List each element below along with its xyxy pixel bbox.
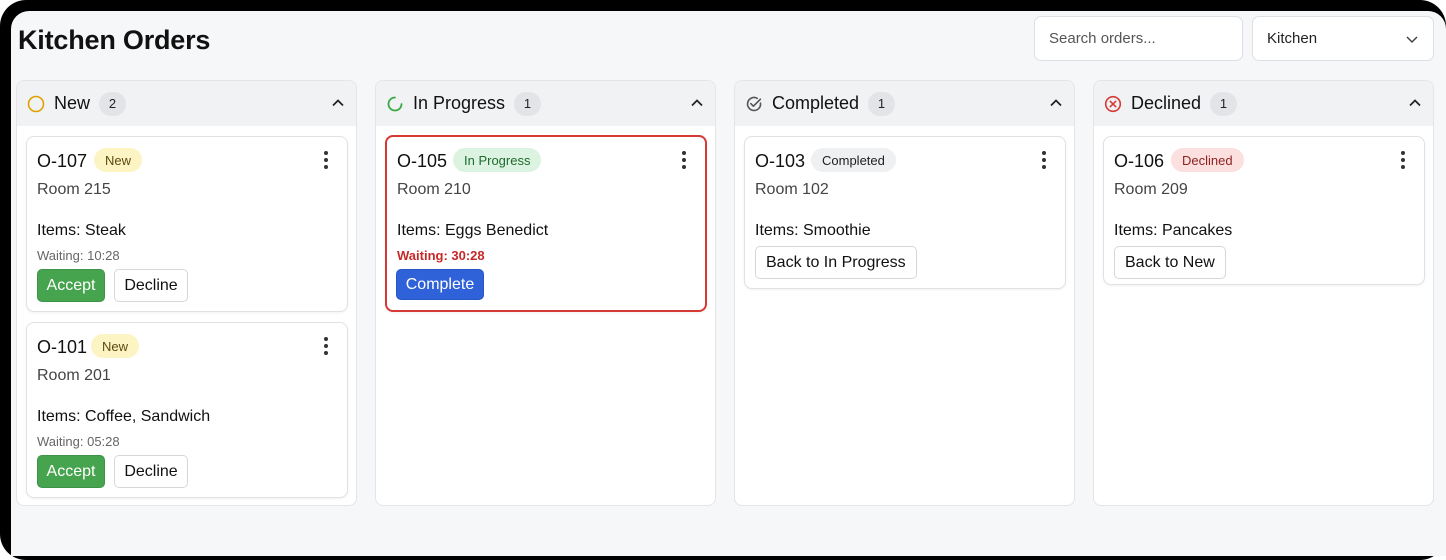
order-id: O-107	[37, 151, 88, 171]
order-card[interactable]: O-103 Completed Room 102 Items: Smoothie…	[744, 136, 1066, 289]
order-items: Items: Coffee, Sandwich	[37, 408, 211, 425]
more-options-icon[interactable]	[675, 149, 693, 171]
order-room: Room 210	[397, 181, 471, 198]
chevron-down-icon	[1406, 35, 1418, 43]
column-count-badge: 2	[99, 91, 127, 116]
column-header-completed[interactable]: Completed 1	[735, 81, 1074, 126]
back-to-in-progress-button[interactable]: Back to In Progress	[755, 246, 917, 279]
device-frame: Kitchen Orders Kitchen New 2 O-107 New R…	[0, 0, 1446, 560]
status-badge: New	[91, 334, 140, 358]
column-title: In Progress	[413, 93, 506, 113]
station-filter-select[interactable]: Kitchen	[1252, 16, 1434, 61]
status-badge: New	[94, 148, 143, 172]
app-screen: Kitchen Orders Kitchen New 2 O-107 New R…	[11, 11, 1446, 556]
accept-button[interactable]: Accept	[37, 269, 105, 302]
order-room: Room 215	[37, 181, 111, 198]
order-id: O-106	[1114, 151, 1165, 171]
order-card-overdue[interactable]: O-105 In Progress Room 210 Items: Eggs B…	[385, 135, 707, 312]
column-completed: Completed 1 O-103 Completed Room 102 Ite…	[734, 80, 1075, 506]
order-card[interactable]: O-107 New Room 215 Items: Steak Waiting:…	[26, 136, 348, 312]
chevron-up-icon[interactable]	[1049, 96, 1063, 110]
station-filter-value: Kitchen	[1267, 30, 1318, 47]
order-room: Room 102	[755, 181, 829, 198]
column-count-badge: 1	[1210, 91, 1238, 116]
order-id: O-101	[37, 337, 88, 357]
order-room: Room 201	[37, 367, 111, 384]
column-title: New	[54, 93, 91, 113]
page-title: Kitchen Orders	[18, 25, 211, 55]
order-waiting-time: Waiting: 10:28	[37, 248, 120, 263]
order-card[interactable]: O-101 New Room 201 Items: Coffee, Sandwi…	[26, 322, 348, 498]
order-items: Items: Eggs Benedict	[397, 222, 549, 239]
search-input[interactable]	[1034, 16, 1243, 61]
order-items: Items: Smoothie	[755, 222, 871, 239]
order-room: Room 209	[1114, 181, 1188, 198]
more-options-icon[interactable]	[1035, 149, 1053, 171]
circle-outline-icon	[27, 95, 45, 113]
accept-button[interactable]: Accept	[37, 455, 105, 488]
order-card[interactable]: O-106 Declined Room 209 Items: Pancakes …	[1103, 136, 1425, 285]
chevron-up-icon[interactable]	[690, 96, 704, 110]
more-options-icon[interactable]	[317, 335, 335, 357]
column-title: Declined	[1131, 93, 1202, 113]
column-header-declined[interactable]: Declined 1	[1094, 81, 1433, 126]
column-title: Completed	[772, 93, 860, 113]
column-header-in-progress[interactable]: In Progress 1	[376, 81, 715, 126]
order-items: Items: Pancakes	[1114, 222, 1233, 239]
status-badge: Completed	[811, 148, 896, 172]
column-count-badge: 1	[514, 91, 542, 116]
order-id: O-103	[755, 151, 806, 171]
column-new: New 2 O-107 New Room 215 Items: Steak Wa…	[16, 80, 357, 506]
column-header-new[interactable]: New 2	[17, 81, 356, 126]
status-badge: In Progress	[453, 148, 542, 172]
column-declined: Declined 1 O-106 Declined Room 209 Items…	[1093, 80, 1434, 506]
order-waiting-time: Waiting: 05:28	[37, 434, 120, 449]
complete-button[interactable]: Complete	[396, 269, 484, 300]
more-options-icon[interactable]	[317, 149, 335, 171]
back-to-new-button[interactable]: Back to New	[1114, 246, 1226, 279]
decline-button[interactable]: Decline	[114, 269, 188, 302]
more-options-icon[interactable]	[1394, 149, 1412, 171]
order-id: O-105	[397, 151, 448, 171]
chevron-up-icon[interactable]	[331, 96, 345, 110]
status-badge: Declined	[1171, 148, 1244, 172]
order-items: Items: Steak	[37, 222, 126, 239]
check-circle-icon	[745, 95, 763, 113]
x-circle-icon	[1104, 95, 1122, 113]
column-count-badge: 1	[868, 91, 896, 116]
decline-button[interactable]: Decline	[114, 455, 188, 488]
progress-spinner-icon	[386, 95, 404, 113]
chevron-up-icon[interactable]	[1408, 96, 1422, 110]
order-waiting-time: Waiting: 30:28	[397, 248, 485, 263]
column-in-progress: In Progress 1 O-105 In Progress Room 210…	[375, 80, 716, 506]
